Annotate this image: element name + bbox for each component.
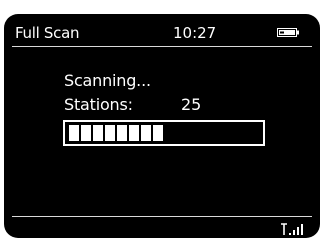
progress-segment bbox=[105, 125, 115, 141]
progress-segment bbox=[69, 125, 79, 141]
stations-label: Stations: bbox=[64, 95, 133, 114]
progress-segment bbox=[81, 125, 91, 141]
signal-strength-icon bbox=[281, 223, 303, 235]
progress-segment bbox=[153, 125, 163, 141]
progress-segment bbox=[117, 125, 127, 141]
battery-icon bbox=[277, 28, 299, 37]
footer-divider bbox=[12, 216, 312, 217]
clock: 10:27 bbox=[173, 24, 217, 42]
display-screen: Full Scan 10:27 Scanning... Stations: 25 bbox=[4, 14, 320, 238]
device-frame: Full Scan 10:27 Scanning... Stations: 25 bbox=[0, 0, 326, 242]
progress-segment bbox=[129, 125, 139, 141]
stations-count: 25 bbox=[181, 95, 202, 114]
screen-title: Full Scan bbox=[15, 24, 80, 42]
scan-progress-fill bbox=[69, 125, 163, 141]
progress-segment bbox=[93, 125, 103, 141]
status-bar: Full Scan 10:27 bbox=[4, 14, 320, 48]
progress-segment bbox=[141, 125, 151, 141]
header-divider bbox=[12, 46, 312, 47]
scan-status-text: Scanning... bbox=[64, 71, 151, 90]
scan-progress-bar bbox=[63, 120, 265, 146]
